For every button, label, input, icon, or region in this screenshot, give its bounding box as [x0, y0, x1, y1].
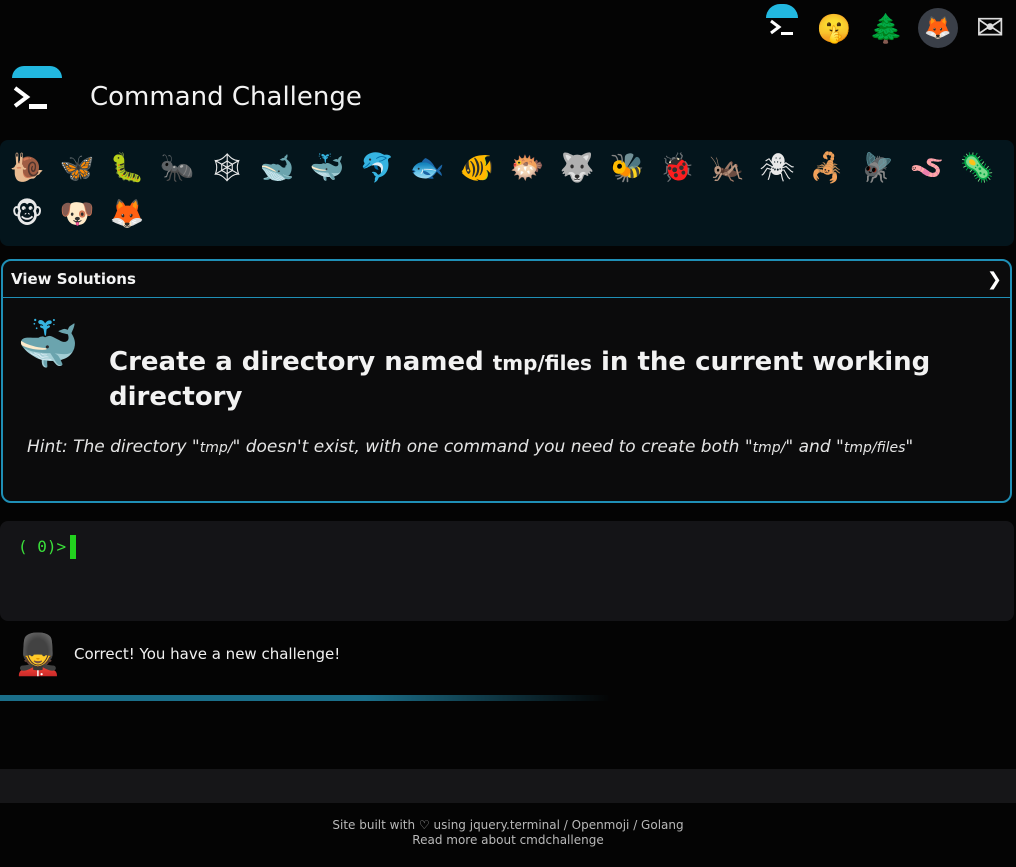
monkey-icon[interactable]: 🐵 — [2, 190, 52, 236]
hint-code-2: tmp/ — [752, 440, 786, 456]
challenge-hint: Hint: The directory "tmp/" doesn't exist… — [27, 437, 987, 457]
terminal-cursor[interactable] — [70, 535, 76, 559]
wolf-icon[interactable]: 🐺 — [552, 144, 602, 190]
terminal[interactable]: ( 0)> — [0, 521, 1014, 621]
footer-credits: Site built with ♡ using jquery.terminal … — [0, 818, 1016, 833]
microbe-icon[interactable]: 🦠 — [952, 144, 1002, 190]
spider-web-icon[interactable]: 🕸 — [202, 144, 252, 190]
hint-text-1: Hint: The directory " — [27, 437, 200, 457]
worm-icon[interactable]: 🪱 — [902, 144, 952, 190]
view-solutions-bar[interactable]: View Solutions ❯ — [3, 261, 1010, 298]
jquery-terminal-link[interactable]: jquery.terminal — [470, 818, 560, 832]
terminal-prompt: ( 0)> — [18, 537, 67, 556]
spouting-whale-icon[interactable]: 🐳 — [302, 144, 352, 190]
feedback-text: Correct! You have a new challenge! — [74, 645, 341, 663]
fish-icon[interactable]: 🐟 — [402, 144, 452, 190]
spouting-whale-icon: 🐳 — [17, 315, 80, 373]
footer: Site built with ♡ using jquery.terminal … — [0, 818, 1016, 848]
animal-badge-bar: 🐌 🦋 🐛 🐜 🕸 🐋 🐳 🐬 🐟 🐠 🐡 🐺 🐝 🐞 🦗 🕷 🦂 🪰 🪱 🦠 🐵 🐶 🦊 — [0, 140, 1014, 246]
guard-icon: 💂 — [13, 631, 63, 678]
fox-icon[interactable]: 🦊 — [102, 190, 152, 236]
ant-icon[interactable]: 🐜 — [152, 144, 202, 190]
hint-code-3: tmp/files — [843, 440, 906, 456]
chevron-right-icon[interactable]: ❯ — [987, 269, 1002, 290]
logo-cap — [12, 66, 62, 78]
read-more-link[interactable]: Read more about cmdchallenge — [0, 833, 1016, 848]
terminal-glyph — [770, 19, 793, 35]
mail-icon[interactable]: ✉ — [970, 8, 1010, 48]
tree-icon[interactable]: 🌲 — [866, 8, 906, 48]
challenge-title: Create a directory named tmp/files in th… — [109, 345, 969, 414]
footer-built-prefix: Site built with ♡ using — [332, 818, 470, 832]
dolphin-icon[interactable]: 🐬 — [352, 144, 402, 190]
whale-icon[interactable]: 🐋 — [252, 144, 302, 190]
tropical-fish-icon[interactable]: 🐠 — [452, 144, 502, 190]
challenge-panel: View Solutions ❯ 🐳 Create a directory na… — [1, 259, 1012, 503]
spider-icon[interactable]: 🕷 — [752, 144, 802, 190]
top-bar: 🤫 🌲 🦊 ✉ — [762, 4, 1010, 50]
openmoji-link[interactable]: Openmoji — [572, 818, 630, 832]
app-title: Command Challenge — [90, 82, 362, 112]
hint-text-2: " doesn't exist, with one command you ne… — [232, 437, 753, 457]
hint-text-4: " — [905, 437, 914, 457]
caterpillar-icon[interactable]: 🐛 — [102, 144, 152, 190]
challenge-title-code: tmp/files — [492, 351, 592, 375]
gitlab-fox-icon[interactable]: 🦊 — [918, 8, 958, 48]
progress-line — [0, 695, 610, 701]
snail-icon[interactable]: 🐌 — [2, 144, 52, 190]
footer-sep-2: / — [629, 818, 642, 832]
logo-prompt-icon — [13, 86, 47, 109]
terminal-icon[interactable] — [762, 4, 802, 48]
golang-link[interactable]: Golang — [641, 818, 684, 832]
challenge-title-pre: Create a directory named — [109, 347, 493, 377]
fly-icon[interactable]: 🪰 — [852, 144, 902, 190]
ladybug-icon[interactable]: 🐞 — [652, 144, 702, 190]
dog-icon[interactable]: 🐶 — [52, 190, 102, 236]
blowfish-icon[interactable]: 🐡 — [502, 144, 552, 190]
cricket-icon[interactable]: 🦗 — [702, 144, 752, 190]
terminal-cap — [766, 4, 798, 18]
hint-text-3: " and " — [785, 437, 844, 457]
shushing-face-icon[interactable]: 🤫 — [814, 8, 854, 48]
view-solutions-label: View Solutions — [11, 270, 136, 288]
butterfly-icon[interactable]: 🦋 — [52, 144, 102, 190]
footer-sep-1: / — [559, 818, 572, 832]
feedback: 💂 Correct! You have a new challenge! — [13, 624, 341, 684]
footer-band — [0, 769, 1016, 803]
logo[interactable] — [10, 66, 64, 118]
bee-icon[interactable]: 🐝 — [602, 144, 652, 190]
scorpion-icon[interactable]: 🦂 — [802, 144, 852, 190]
hint-code-1: tmp/ — [199, 440, 233, 456]
